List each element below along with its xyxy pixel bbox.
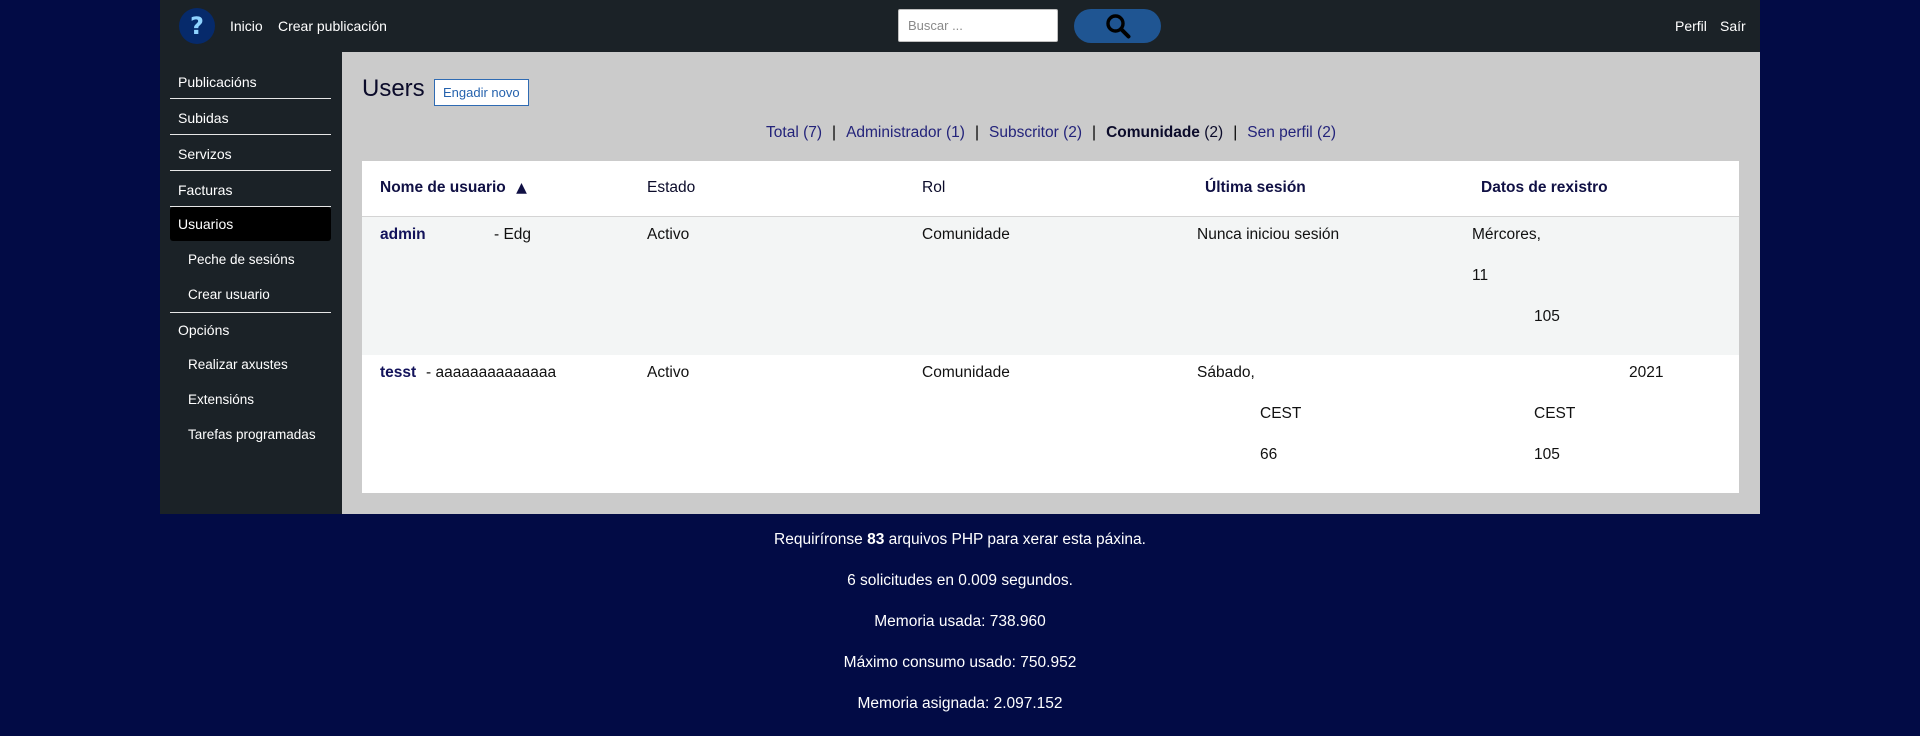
user-status: Activo [647, 226, 690, 243]
sidebar-divider [170, 312, 331, 313]
last-session-line: Sábado, [1197, 364, 1255, 381]
filter-separator: | [1092, 124, 1097, 141]
search-input[interactable] [898, 9, 1058, 42]
sidebar-item-usuarios[interactable]: Usuarios [170, 207, 331, 241]
sidebar-item-publicacions[interactable]: Publicacións [170, 65, 331, 99]
user-role: Comunidade [922, 226, 1010, 243]
filter-total[interactable]: Total (7) [766, 124, 822, 141]
sidebar-subitem-extensions[interactable]: Extensións [188, 390, 254, 410]
filter-administrador[interactable]: Administrador (1) [846, 124, 965, 141]
main-content: Users Engadir novo Total (7) | Administrad… [342, 52, 1760, 514]
registration-date-line: 105 [1534, 308, 1560, 325]
sidebar-item-servizos[interactable]: Servizos [170, 137, 331, 171]
sidebar-subitem-realizar-axustes[interactable]: Realizar axustes [188, 355, 288, 375]
add-new-button[interactable]: Engadir novo [434, 79, 529, 106]
filter-comunidade[interactable]: Comunidade (2) [1106, 124, 1223, 141]
search-icon [1105, 14, 1130, 39]
filter-separator: | [1233, 124, 1238, 141]
registration-date-line: 2021 [1629, 364, 1664, 381]
registration-date-line: Mércores, [1472, 226, 1541, 243]
column-header-datos-de-rexistro[interactable]: Datos de rexistro [1481, 179, 1608, 197]
column-header-rol: Rol [922, 179, 946, 196]
nav-link-sair[interactable]: Saír [1720, 18, 1746, 34]
registration-date-line: 105 [1534, 446, 1560, 463]
registration-date-line: 11 [1472, 267, 1489, 284]
registration-date-line: CEST [1534, 405, 1576, 422]
nav-link-perfil[interactable]: Perfil [1675, 18, 1707, 34]
filter-subscritor[interactable]: Subscritor (2) [989, 124, 1082, 141]
role-filter-links: Total (7) | Administrador (1) | Subscritor (… [342, 124, 1760, 142]
user-role: Comunidade [922, 364, 1010, 381]
last-session-line: 66 [1260, 446, 1278, 463]
footer-php-files: Requiríronse 83 arquivos PHP para xerar … [774, 531, 1146, 548]
sidebar-item-opcions[interactable]: Opcións [178, 320, 229, 340]
footer-requests: 6 solicitudes en 0.009 segundos. [847, 572, 1073, 589]
sidebar-subitem-peche-de-sesions[interactable]: Peche de sesións [188, 250, 295, 270]
app-frame: ? Inicio Crear publicación Perfil Saír P… [160, 0, 1760, 514]
footer-memory-allocated: Memoria asignada: 2.097.152 [857, 695, 1063, 712]
user-status: Activo [647, 364, 690, 381]
column-header-username[interactable]: Nome de usuario ▲ [380, 179, 527, 197]
user-display-suffix: - aaaaaaaaaaaaaa [426, 364, 557, 381]
table-row: tesst - aaaaaaaaaaaaaa Activo Comunidade… [362, 355, 1739, 493]
sidebar-item-facturas[interactable]: Facturas [170, 173, 331, 207]
footer-peak-memory: Máximo consumo usado: 750.952 [843, 654, 1077, 671]
filter-separator: | [832, 124, 837, 141]
nav-link-crear-publicacion[interactable]: Crear publicación [278, 18, 387, 34]
sidebar-subitem-tarefas-programadas[interactable]: Tarefas programadas [188, 425, 316, 445]
question-mark-icon: ? [190, 12, 204, 40]
sidebar-item-subidas[interactable]: Subidas [170, 101, 331, 135]
column-header-ultima-sesion[interactable]: Última sesión [1205, 179, 1306, 197]
user-display-suffix: - Edg [494, 226, 532, 243]
username-link[interactable]: admin [380, 226, 426, 244]
page-title: Users [362, 75, 425, 102]
column-header-estado: Estado [647, 179, 696, 196]
admin-sidebar: Publicacións Subidas Servizos Facturas U… [160, 52, 342, 514]
table-row: admin - Edg Activo Comunidade Nunca inic… [362, 217, 1739, 355]
username-link[interactable]: tesst [380, 364, 416, 382]
nav-link-inicio[interactable]: Inicio [230, 18, 263, 34]
users-table: Nome de usuario ▲ Estado Rol Última sesi… [362, 161, 1739, 493]
search-button[interactable] [1074, 9, 1161, 43]
top-navbar: ? Inicio Crear publicación Perfil Saír [160, 0, 1760, 52]
sort-ascending-icon: ▲ [516, 180, 527, 196]
sidebar-subitem-crear-usuario[interactable]: Crear usuario [188, 285, 270, 305]
last-session-line: CEST [1260, 405, 1302, 422]
filter-sen-perfil[interactable]: Sen perfil (2) [1247, 124, 1336, 141]
footer-memory-used: Memoria usada: 738.960 [874, 613, 1046, 630]
logo[interactable]: ? [179, 8, 215, 44]
filter-separator: | [974, 124, 979, 141]
table-header: Nome de usuario ▲ Estado Rol Última sesi… [362, 161, 1739, 217]
last-session: Nunca iniciou sesión [1197, 226, 1340, 243]
